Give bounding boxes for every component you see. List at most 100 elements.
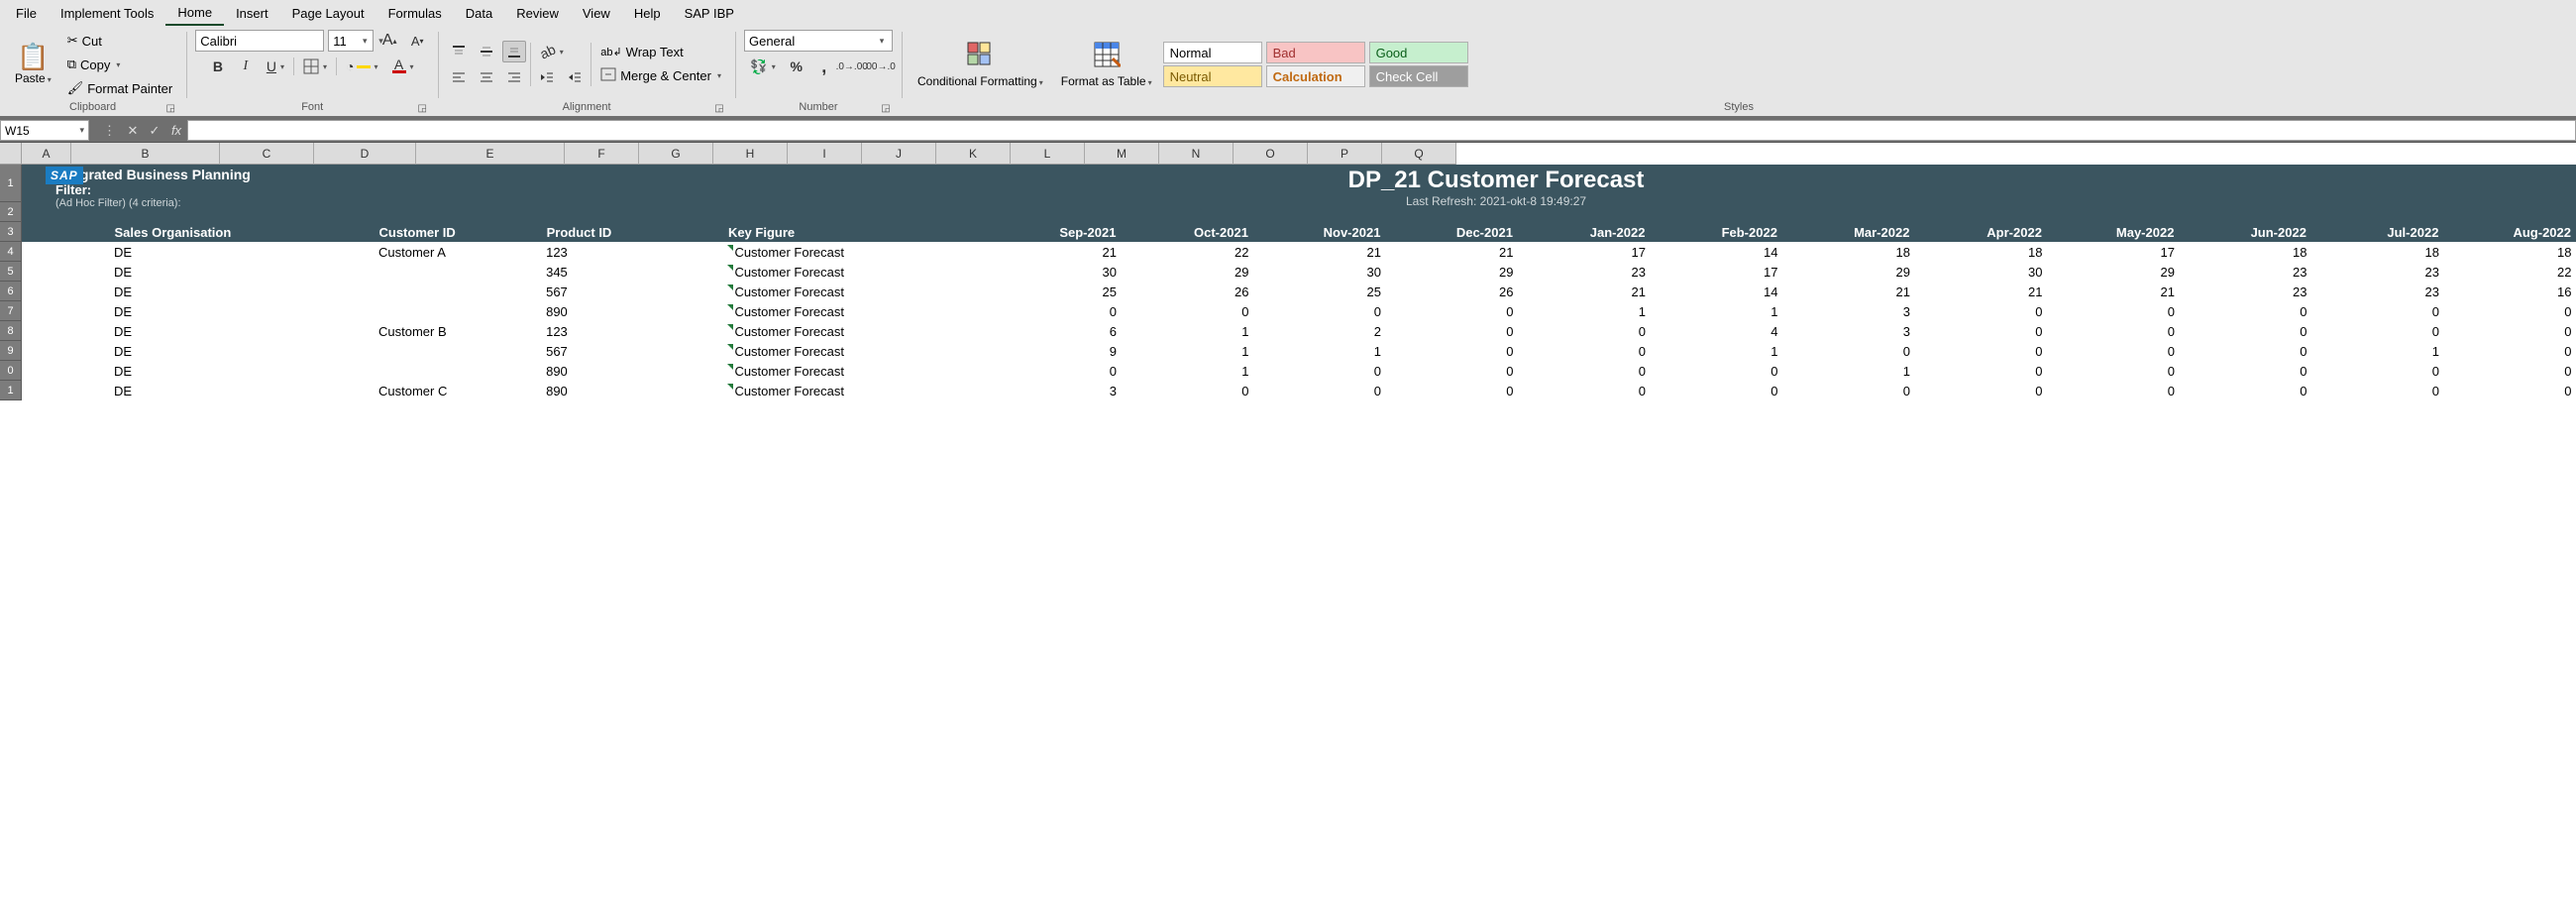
value-cell[interactable]: 0 bbox=[2310, 361, 2443, 381]
col-header-J[interactable]: J bbox=[862, 143, 936, 165]
value-cell[interactable]: 25 bbox=[988, 282, 1121, 301]
value-cell[interactable]: 3 bbox=[1781, 301, 1914, 321]
value-cell[interactable]: 17 bbox=[2046, 242, 2179, 262]
value-cell[interactable]: 1 bbox=[1121, 341, 1253, 361]
table-header[interactable]: Customer ID bbox=[375, 222, 542, 242]
value-cell[interactable]: 21 bbox=[988, 242, 1121, 262]
name-box[interactable]: W15 ▾ bbox=[0, 120, 89, 141]
col-header-G[interactable]: G bbox=[639, 143, 713, 165]
menu-view[interactable]: View bbox=[571, 2, 622, 25]
number-format-combo[interactable]: ▾ bbox=[744, 30, 893, 52]
value-cell[interactable]: 0 bbox=[2046, 301, 2179, 321]
label-cell[interactable]: 890 bbox=[542, 381, 723, 400]
col-header-A[interactable]: A bbox=[22, 143, 71, 165]
value-cell[interactable]: 0 bbox=[1517, 321, 1650, 341]
value-cell[interactable]: 1 bbox=[1650, 301, 1782, 321]
value-cell[interactable]: 23 bbox=[2310, 262, 2443, 282]
value-cell[interactable]: 1 bbox=[1252, 341, 1385, 361]
decrease-font-icon[interactable]: A▾ bbox=[405, 30, 429, 52]
alignment-launcher-icon[interactable]: ◲ bbox=[712, 101, 726, 115]
table-header[interactable]: Aug-2022 bbox=[2443, 222, 2576, 242]
value-cell[interactable]: 0 bbox=[2179, 341, 2311, 361]
value-cell[interactable]: 0 bbox=[1385, 321, 1518, 341]
value-cell[interactable]: 3 bbox=[988, 381, 1121, 400]
value-cell[interactable]: 0 bbox=[1914, 341, 2047, 361]
align-top-icon[interactable] bbox=[447, 41, 471, 62]
value-cell[interactable]: 0 bbox=[2443, 341, 2576, 361]
cut-button[interactable]: ✂ Cut bbox=[62, 30, 178, 52]
row-header[interactable]: 2 bbox=[0, 202, 22, 222]
label-cell[interactable] bbox=[375, 301, 542, 321]
bold-button[interactable]: B bbox=[206, 56, 230, 77]
value-cell[interactable]: 23 bbox=[2310, 282, 2443, 301]
label-cell[interactable]: Customer C bbox=[375, 381, 542, 400]
label-cell[interactable]: Customer Forecast bbox=[723, 301, 988, 321]
italic-button[interactable]: I bbox=[234, 56, 258, 77]
decrease-indent-icon[interactable] bbox=[535, 66, 559, 88]
row-header[interactable]: 0 bbox=[0, 361, 22, 381]
value-cell[interactable]: 0 bbox=[1914, 321, 2047, 341]
borders-button[interactable]: ▾ bbox=[298, 56, 332, 77]
label-cell[interactable]: DE bbox=[110, 242, 375, 262]
value-cell[interactable]: 0 bbox=[2046, 341, 2179, 361]
value-cell[interactable]: 30 bbox=[1914, 262, 2047, 282]
table-row[interactable]: DE567Customer Forecast252625262114212121… bbox=[22, 282, 2576, 301]
col-header-C[interactable]: C bbox=[220, 143, 314, 165]
label-cell[interactable]: DE bbox=[110, 262, 375, 282]
style-good[interactable]: Good bbox=[1369, 42, 1468, 63]
col-header-F[interactable]: F bbox=[565, 143, 639, 165]
conditional-formatting-button[interactable]: Conditional Formatting▾ bbox=[911, 38, 1050, 92]
style-check-cell[interactable]: Check Cell bbox=[1369, 65, 1468, 87]
value-cell[interactable]: 0 bbox=[2310, 381, 2443, 400]
label-cell[interactable] bbox=[22, 321, 110, 341]
value-cell[interactable]: 0 bbox=[1252, 361, 1385, 381]
value-cell[interactable]: 0 bbox=[2310, 301, 2443, 321]
font-size-combo[interactable]: ▾ bbox=[328, 30, 374, 52]
value-cell[interactable]: 14 bbox=[1650, 242, 1782, 262]
table-header[interactable]: Key Figure bbox=[723, 222, 988, 242]
value-cell[interactable]: 21 bbox=[2046, 282, 2179, 301]
value-cell[interactable]: 21 bbox=[1781, 282, 1914, 301]
value-cell[interactable]: 23 bbox=[2179, 262, 2311, 282]
label-cell[interactable] bbox=[22, 242, 110, 262]
menu-formulas[interactable]: Formulas bbox=[376, 2, 454, 25]
value-cell[interactable]: 0 bbox=[2046, 361, 2179, 381]
menu-insert[interactable]: Insert bbox=[224, 2, 280, 25]
font-size-input[interactable] bbox=[329, 34, 357, 49]
value-cell[interactable]: 26 bbox=[1385, 282, 1518, 301]
value-cell[interactable]: 1 bbox=[2310, 341, 2443, 361]
value-cell[interactable]: 22 bbox=[2443, 262, 2576, 282]
table-header[interactable]: Apr-2022 bbox=[1914, 222, 2047, 242]
row-header[interactable]: 4 bbox=[0, 242, 22, 262]
col-header-Q[interactable]: Q bbox=[1382, 143, 1456, 165]
label-cell[interactable]: 345 bbox=[542, 262, 723, 282]
row-header[interactable]: 1 bbox=[0, 165, 22, 202]
row-header[interactable]: 5 bbox=[0, 262, 22, 282]
table-header[interactable]: May-2022 bbox=[2046, 222, 2179, 242]
label-cell[interactable]: Customer B bbox=[375, 321, 542, 341]
merge-center-button[interactable]: Merge & Center▾ bbox=[595, 64, 726, 87]
value-cell[interactable]: 2 bbox=[1252, 321, 1385, 341]
value-cell[interactable]: 29 bbox=[1385, 262, 1518, 282]
label-cell[interactable]: DE bbox=[110, 321, 375, 341]
label-cell[interactable] bbox=[22, 361, 110, 381]
value-cell[interactable]: 14 bbox=[1650, 282, 1782, 301]
value-cell[interactable]: 0 bbox=[1385, 341, 1518, 361]
table-row[interactable]: DECustomer B123Customer Forecast61200430… bbox=[22, 321, 2576, 341]
number-format-input[interactable] bbox=[745, 34, 874, 49]
value-cell[interactable]: 0 bbox=[1781, 341, 1914, 361]
format-painter-button[interactable]: 🖌 Format Painter bbox=[62, 77, 178, 99]
select-all-button[interactable] bbox=[0, 143, 22, 165]
value-cell[interactable]: 0 bbox=[1781, 381, 1914, 400]
value-cell[interactable]: 9 bbox=[988, 341, 1121, 361]
label-cell[interactable]: 567 bbox=[542, 341, 723, 361]
value-cell[interactable]: 18 bbox=[1781, 242, 1914, 262]
label-cell[interactable] bbox=[22, 341, 110, 361]
align-bottom-icon[interactable] bbox=[502, 41, 526, 62]
label-cell[interactable]: Customer Forecast bbox=[723, 321, 988, 341]
value-cell[interactable]: 1 bbox=[1121, 321, 1253, 341]
table-header[interactable]: Dec-2021 bbox=[1385, 222, 1518, 242]
label-cell[interactable]: 890 bbox=[542, 301, 723, 321]
col-header-D[interactable]: D bbox=[314, 143, 416, 165]
value-cell[interactable]: 29 bbox=[1781, 262, 1914, 282]
